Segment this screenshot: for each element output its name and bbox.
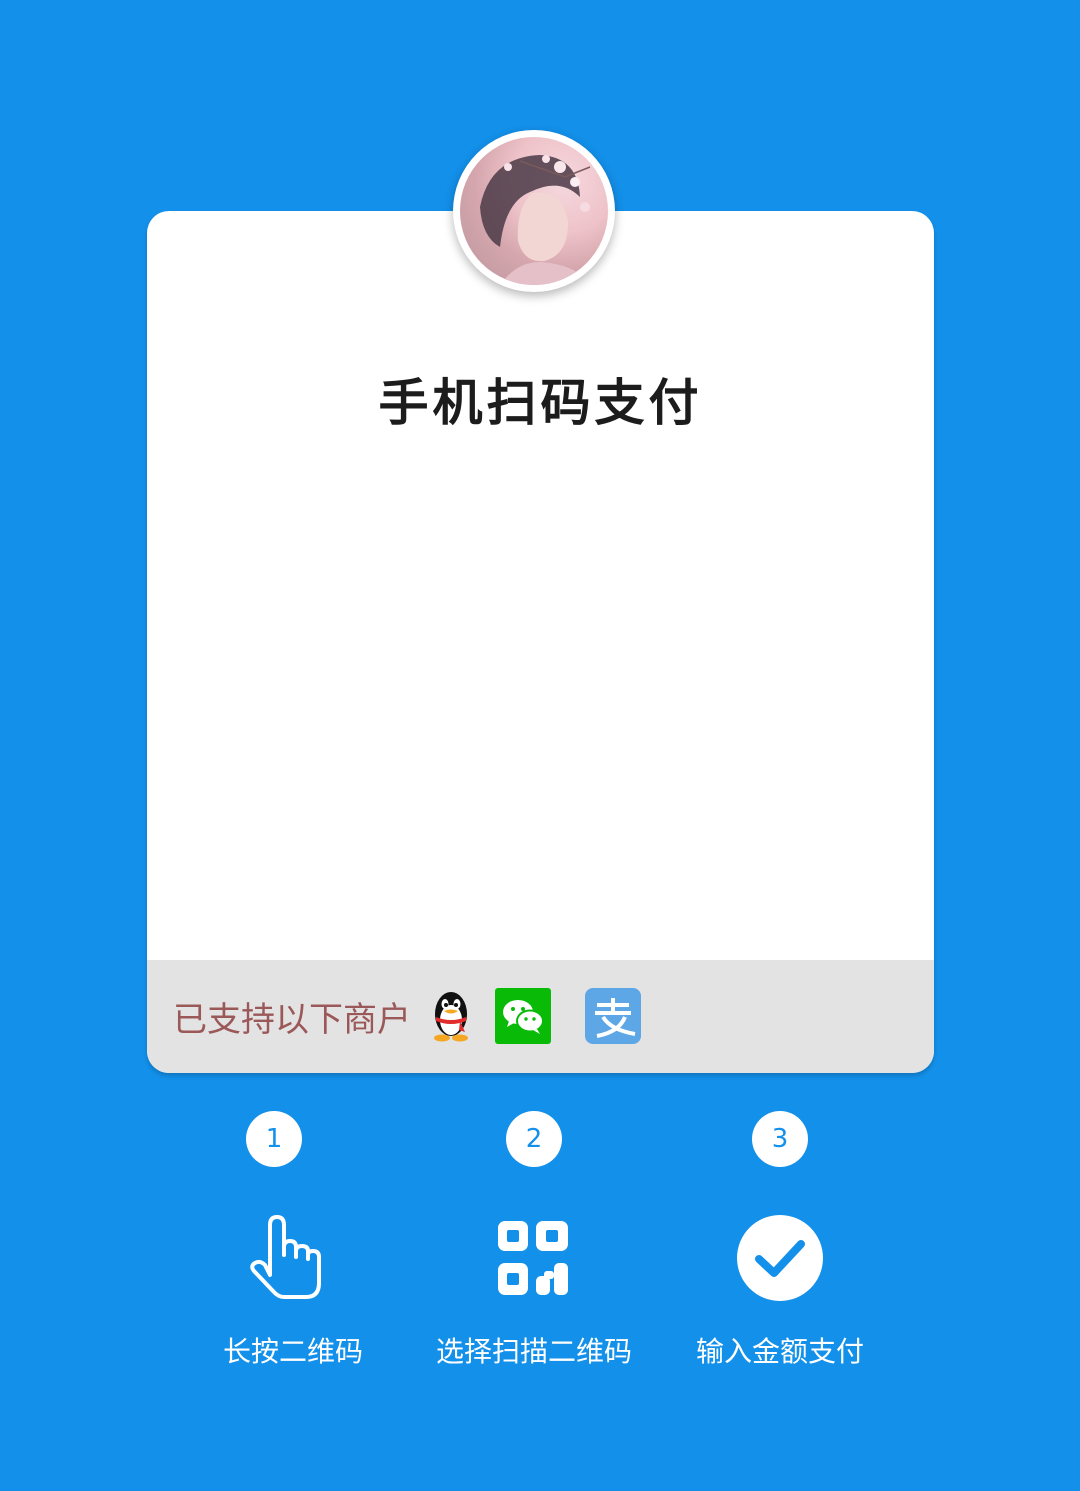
step-2-number: 2	[506, 1111, 562, 1167]
payment-card: 手机扫码支付 已支持以下商户	[147, 211, 934, 1073]
check-circle-icon	[737, 1215, 823, 1301]
step-3-label: 输入金额支付	[695, 1335, 864, 1368]
avatar	[453, 130, 615, 292]
step-1-number: 1	[246, 1111, 302, 1167]
qr-code-area[interactable]	[147, 471, 934, 951]
card-title: 手机扫码支付	[378, 374, 703, 432]
step-2-label: 选择扫描二维码	[435, 1335, 632, 1368]
avatar-image	[460, 137, 608, 285]
payment-page: 手机扫码支付 已支持以下商户 1 2 3 长按二维码 选择扫描二维码 输入金额支…	[0, 0, 1080, 1491]
hand-pointer-icon	[250, 1215, 321, 1299]
step-1-label: 长按二维码	[222, 1335, 363, 1368]
alipay-icon[interactable]	[585, 988, 641, 1044]
qq-penguin-icon	[434, 992, 468, 1042]
merchant-label: 已支持以下商户	[173, 1000, 411, 1040]
qr-code-icon	[498, 1221, 568, 1295]
step-3-number: 3	[752, 1111, 808, 1167]
wechat-icon[interactable]	[495, 988, 551, 1044]
merchant-bar: 已支持以下商户	[147, 960, 934, 1073]
